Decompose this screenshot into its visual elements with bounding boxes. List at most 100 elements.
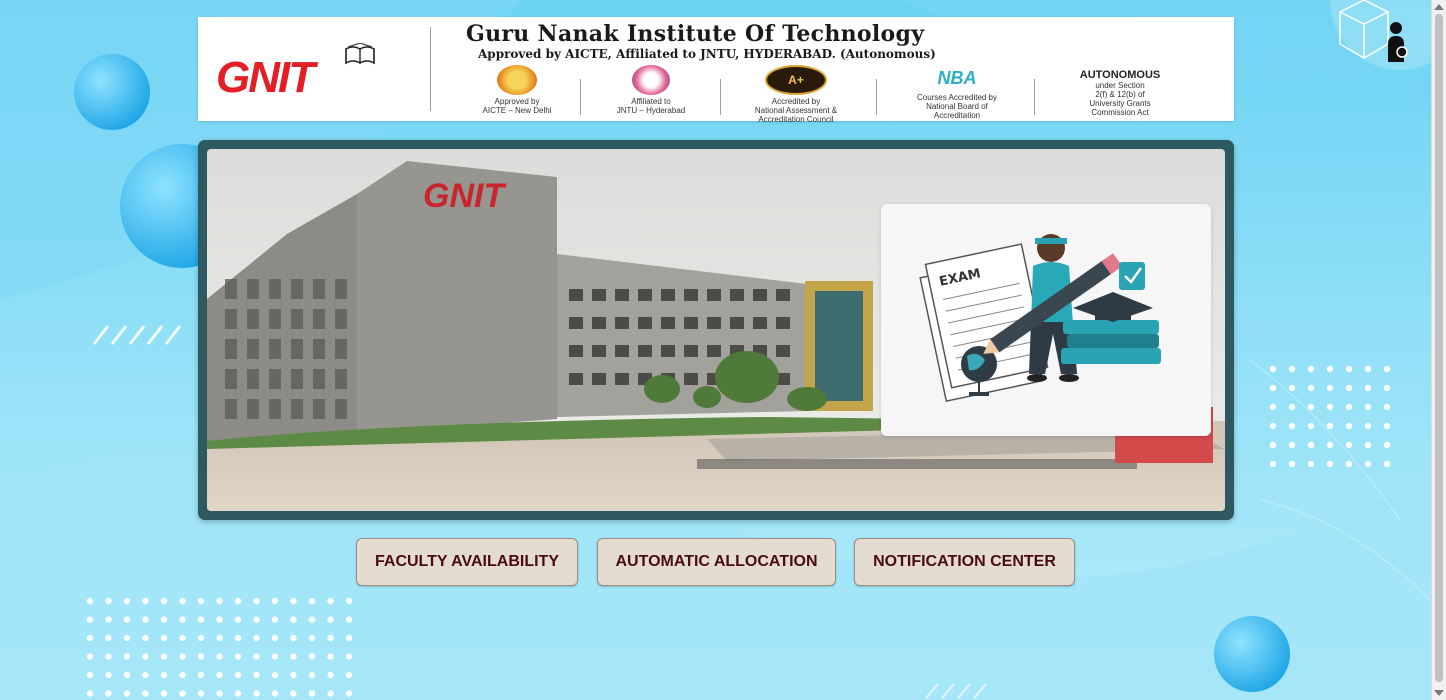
decor-dot bbox=[308, 671, 316, 679]
decor-dot bbox=[1288, 441, 1296, 449]
building-window bbox=[313, 279, 325, 299]
building-window bbox=[313, 339, 325, 359]
building-window bbox=[313, 369, 325, 389]
accreditation-caption: Courses Accredited by National Board of … bbox=[916, 93, 998, 120]
decor-dot bbox=[1269, 403, 1277, 411]
decor-dot bbox=[290, 597, 297, 605]
decor-dot bbox=[308, 597, 316, 605]
building-window bbox=[225, 279, 237, 299]
decor-dot bbox=[1269, 460, 1277, 468]
decor-dot bbox=[234, 616, 242, 623]
decor-dot bbox=[253, 653, 260, 660]
building-window bbox=[707, 317, 721, 329]
accreditation-caption: Accredited by National Assessment & Accr… bbox=[754, 97, 838, 124]
decor-dot bbox=[345, 634, 353, 642]
decor-dot bbox=[1307, 441, 1315, 449]
decor-dot bbox=[1307, 422, 1315, 430]
decor-dot bbox=[345, 653, 353, 660]
decor-dot bbox=[1383, 384, 1391, 392]
building-window bbox=[776, 289, 790, 301]
decor-dot bbox=[105, 671, 112, 679]
notification-center-button[interactable]: NOTIFICATION CENTER bbox=[854, 538, 1075, 586]
building-window bbox=[569, 317, 583, 329]
accreditation-caption: Approved by AICTE – New Delhi bbox=[482, 97, 552, 115]
decor-dot bbox=[1364, 403, 1372, 411]
decor-dot bbox=[1269, 441, 1277, 449]
decor-dot bbox=[1364, 422, 1372, 430]
decor-dot bbox=[1269, 384, 1277, 392]
decor-dot bbox=[105, 653, 112, 660]
decor-dot bbox=[253, 690, 260, 697]
decor-dot bbox=[234, 690, 242, 697]
building-window bbox=[225, 369, 237, 389]
decor-dot bbox=[197, 616, 205, 623]
decor-dot bbox=[1345, 384, 1353, 392]
decor-dot bbox=[1288, 365, 1296, 373]
decor-dot bbox=[345, 690, 353, 697]
decor-dot bbox=[105, 597, 112, 605]
building-window bbox=[247, 369, 259, 389]
decor-dot bbox=[327, 616, 334, 623]
decor-dot bbox=[253, 634, 260, 642]
decor-dot bbox=[1288, 384, 1296, 392]
building-window bbox=[684, 345, 698, 357]
decor-dot bbox=[197, 690, 205, 697]
decor-dot bbox=[179, 653, 186, 660]
decor-dot bbox=[1288, 403, 1296, 411]
decor-dot bbox=[253, 671, 260, 679]
decor-dot bbox=[86, 597, 94, 605]
decor-dot bbox=[86, 634, 94, 642]
building-window bbox=[335, 309, 347, 329]
decor-dot bbox=[290, 616, 297, 623]
decor-dot bbox=[1307, 403, 1315, 411]
decor-dot bbox=[1326, 365, 1334, 373]
decor-dot bbox=[327, 671, 334, 679]
action-buttons: FACULTY AVAILABILITY AUTOMATIC ALLOCATIO… bbox=[0, 538, 1432, 588]
decor-dot bbox=[1345, 403, 1353, 411]
decor-dot bbox=[1383, 403, 1391, 411]
decor-dot bbox=[160, 653, 168, 660]
decor-dot bbox=[86, 690, 94, 697]
decor-dot bbox=[216, 671, 223, 679]
building-window bbox=[335, 399, 347, 419]
decor-dot bbox=[1345, 365, 1353, 373]
scroll-up-arrow-icon[interactable] bbox=[1434, 4, 1444, 10]
building-window bbox=[730, 289, 744, 301]
decor-dot bbox=[142, 634, 149, 642]
automatic-allocation-button[interactable]: AUTOMATIC ALLOCATION bbox=[597, 538, 836, 586]
decor-dot bbox=[160, 671, 168, 679]
building-window bbox=[661, 345, 675, 357]
accreditation-divider bbox=[876, 79, 877, 115]
scrollbar-thumb[interactable] bbox=[1435, 14, 1443, 682]
accreditation-row: Approved by AICTE – New Delhi Affiliated… bbox=[458, 65, 1228, 124]
decor-dot bbox=[160, 597, 168, 605]
building-window bbox=[225, 309, 237, 329]
decor-dot bbox=[123, 597, 131, 605]
scroll-down-arrow-icon[interactable] bbox=[1434, 690, 1444, 696]
decor-dot bbox=[308, 634, 316, 642]
decor-dot bbox=[327, 634, 334, 642]
campus-photo: GNIT EXAM bbox=[207, 149, 1225, 511]
building-window bbox=[707, 345, 721, 357]
building-window bbox=[335, 339, 347, 359]
decor-dot bbox=[179, 634, 186, 642]
faculty-availability-button[interactable]: FACULTY AVAILABILITY bbox=[356, 538, 578, 586]
decor-dot bbox=[123, 616, 131, 623]
accreditation-aicte: Approved by AICTE – New Delhi bbox=[458, 65, 576, 119]
decor-dot bbox=[271, 690, 279, 697]
decor-dot bbox=[216, 616, 223, 623]
building-window bbox=[684, 373, 698, 385]
decor-dot bbox=[253, 597, 260, 605]
building-window bbox=[247, 279, 259, 299]
building-window bbox=[753, 289, 767, 301]
decor-dot bbox=[234, 597, 242, 605]
building-window bbox=[753, 317, 767, 329]
vertical-scrollbar[interactable] bbox=[1431, 0, 1446, 700]
decor-dot bbox=[1288, 422, 1296, 430]
decor-dot bbox=[216, 597, 223, 605]
decor-dot bbox=[1326, 384, 1334, 392]
decor-dot bbox=[271, 634, 279, 642]
decor-dot bbox=[1383, 422, 1391, 430]
user-profile-icon[interactable] bbox=[1334, 0, 1410, 66]
decor-dot bbox=[179, 671, 186, 679]
